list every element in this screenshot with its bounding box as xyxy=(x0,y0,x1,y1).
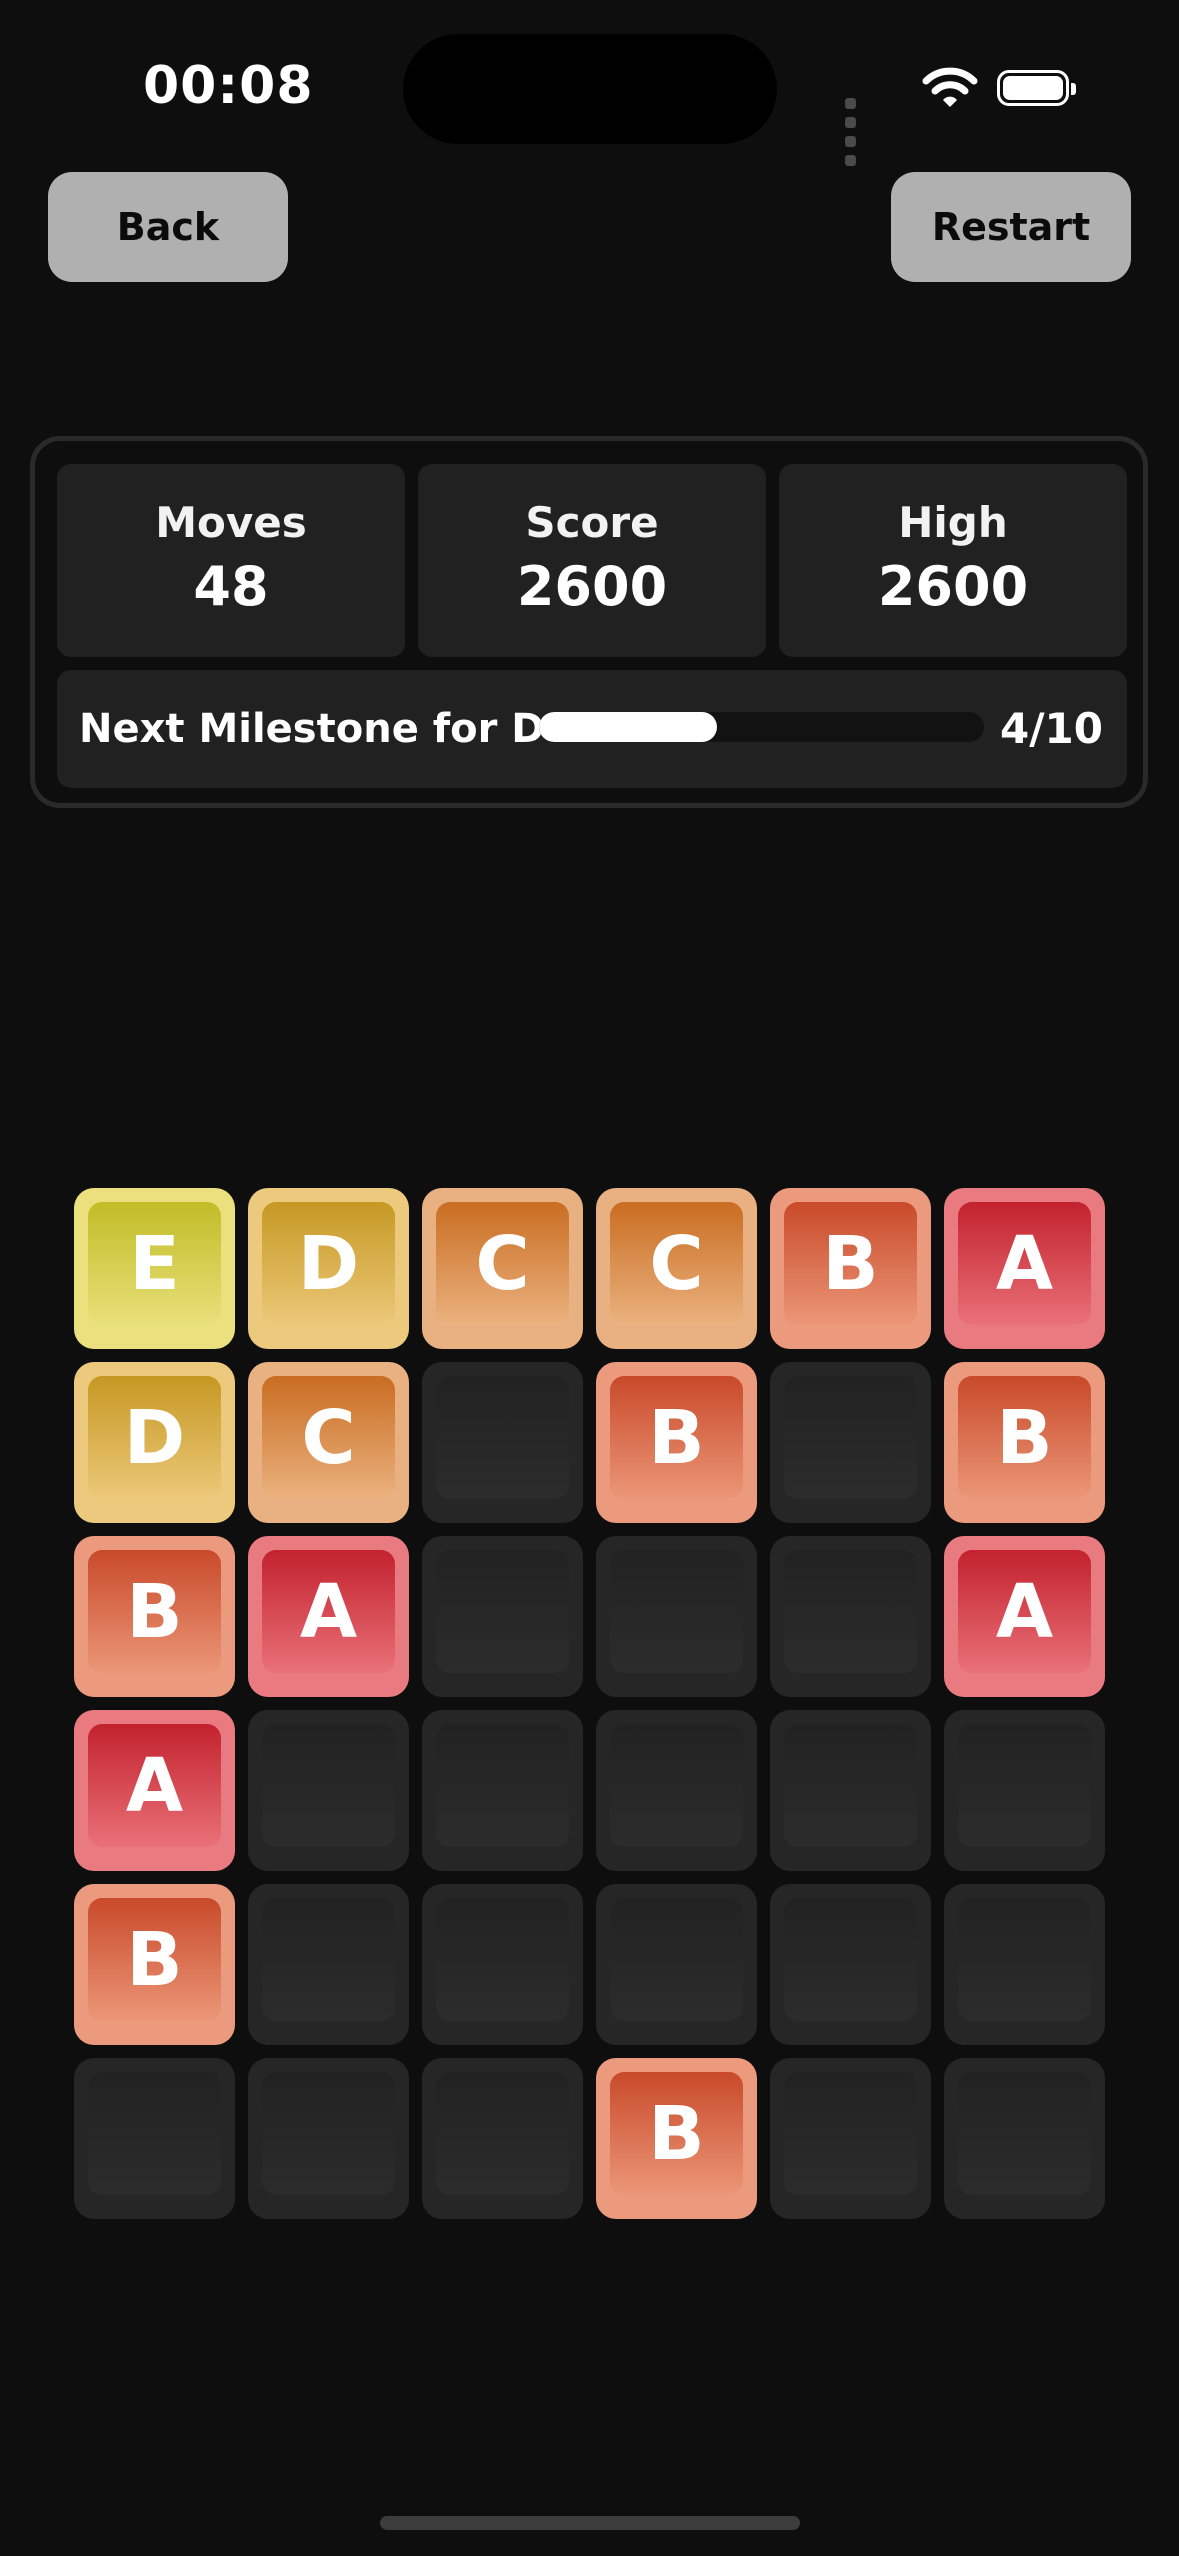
cell-inner xyxy=(958,2072,1091,2195)
tile-a: A xyxy=(944,1536,1105,1697)
home-indicator xyxy=(380,2516,800,2530)
empty-cell xyxy=(770,1536,931,1697)
tile-a: A xyxy=(248,1536,409,1697)
cellular-signal-icon xyxy=(845,94,860,170)
cell-inner xyxy=(436,1724,569,1847)
wifi-icon xyxy=(922,67,978,107)
status-time: 00:08 xyxy=(143,56,314,116)
cell-inner xyxy=(610,1898,743,2021)
game-board[interactable]: EDCCBADCBBBAAABB xyxy=(74,1188,1106,2220)
tile-b: B xyxy=(74,1536,235,1697)
tile-letter: B xyxy=(610,2072,743,2195)
empty-cell xyxy=(248,2058,409,2219)
tile-c: C xyxy=(248,1362,409,1523)
tile-letter: C xyxy=(436,1202,569,1325)
tile-letter: D xyxy=(262,1202,395,1325)
empty-cell xyxy=(248,1884,409,2045)
empty-cell xyxy=(596,1536,757,1697)
tile-b: B xyxy=(944,1362,1105,1523)
score-label: Score xyxy=(525,498,659,547)
empty-cell xyxy=(248,1710,409,1871)
tile-letter: B xyxy=(610,1376,743,1499)
cell-inner xyxy=(958,1898,1091,2021)
cell-inner xyxy=(784,2072,917,2195)
tile-letter: A xyxy=(958,1202,1091,1325)
tile-b: B xyxy=(596,2058,757,2219)
empty-cell xyxy=(944,2058,1105,2219)
milestone-progress-track xyxy=(539,712,984,742)
tile-c: C xyxy=(596,1188,757,1349)
tile-letter: E xyxy=(88,1202,221,1325)
milestone-count: 4/10 xyxy=(999,704,1103,753)
tile-a: A xyxy=(944,1188,1105,1349)
empty-cell xyxy=(770,2058,931,2219)
cell-inner xyxy=(610,1550,743,1673)
battery-icon xyxy=(997,70,1076,106)
cell-inner xyxy=(784,1898,917,2021)
cell-inner xyxy=(262,2072,395,2195)
cell-inner xyxy=(436,1550,569,1673)
tile-c: C xyxy=(422,1188,583,1349)
empty-cell xyxy=(422,1536,583,1697)
tile-letter: B xyxy=(958,1376,1091,1499)
tile-letter: C xyxy=(262,1376,395,1499)
tile-letter: B xyxy=(88,1898,221,2021)
back-button[interactable]: Back xyxy=(48,172,288,282)
stats-panel: Moves 48 Score 2600 High 2600 Next Miles… xyxy=(30,436,1148,808)
tile-d: D xyxy=(248,1188,409,1349)
cell-inner xyxy=(784,1550,917,1673)
empty-cell xyxy=(596,1710,757,1871)
dynamic-island xyxy=(403,34,777,144)
empty-cell xyxy=(422,1710,583,1871)
tile-b: B xyxy=(770,1188,931,1349)
empty-cell xyxy=(944,1884,1105,2045)
moves-value: 48 xyxy=(193,555,269,618)
empty-cell xyxy=(770,1362,931,1523)
cell-inner xyxy=(436,2072,569,2195)
empty-cell xyxy=(596,1884,757,2045)
milestone-progress-fill xyxy=(539,712,717,742)
tile-letter: C xyxy=(610,1202,743,1325)
tile-letter: A xyxy=(958,1550,1091,1673)
high-label: High xyxy=(898,498,1008,547)
empty-cell xyxy=(770,1710,931,1871)
restart-button[interactable]: Restart xyxy=(891,172,1131,282)
cell-inner xyxy=(88,2072,221,2195)
tile-letter: B xyxy=(784,1202,917,1325)
empty-cell xyxy=(422,1884,583,2045)
milestone-bar: Next Milestone for D 4/10 xyxy=(57,670,1127,788)
milestone-label: Next Milestone for D xyxy=(79,706,545,752)
tile-b: B xyxy=(74,1884,235,2045)
moves-stat: Moves 48 xyxy=(57,464,405,657)
tile-e: E xyxy=(74,1188,235,1349)
cell-inner xyxy=(262,1898,395,2021)
tile-a: A xyxy=(74,1710,235,1871)
cell-inner xyxy=(436,1376,569,1499)
tile-letter: D xyxy=(88,1376,221,1499)
cell-inner xyxy=(958,1724,1091,1847)
cell-inner xyxy=(610,1724,743,1847)
tile-letter: A xyxy=(262,1550,395,1673)
cell-inner xyxy=(784,1724,917,1847)
cell-inner xyxy=(784,1376,917,1499)
cell-inner xyxy=(262,1724,395,1847)
score-stat: Score 2600 xyxy=(418,464,766,657)
empty-cell xyxy=(422,2058,583,2219)
empty-cell xyxy=(74,2058,235,2219)
tile-letter: B xyxy=(88,1550,221,1673)
score-value: 2600 xyxy=(516,555,668,618)
moves-label: Moves xyxy=(155,498,307,547)
empty-cell xyxy=(422,1362,583,1523)
tile-letter: A xyxy=(88,1724,221,1847)
high-value: 2600 xyxy=(877,555,1029,618)
tile-b: B xyxy=(596,1362,757,1523)
high-stat: High 2600 xyxy=(779,464,1127,657)
cell-inner xyxy=(436,1898,569,2021)
empty-cell xyxy=(770,1884,931,2045)
empty-cell xyxy=(944,1710,1105,1871)
tile-d: D xyxy=(74,1362,235,1523)
